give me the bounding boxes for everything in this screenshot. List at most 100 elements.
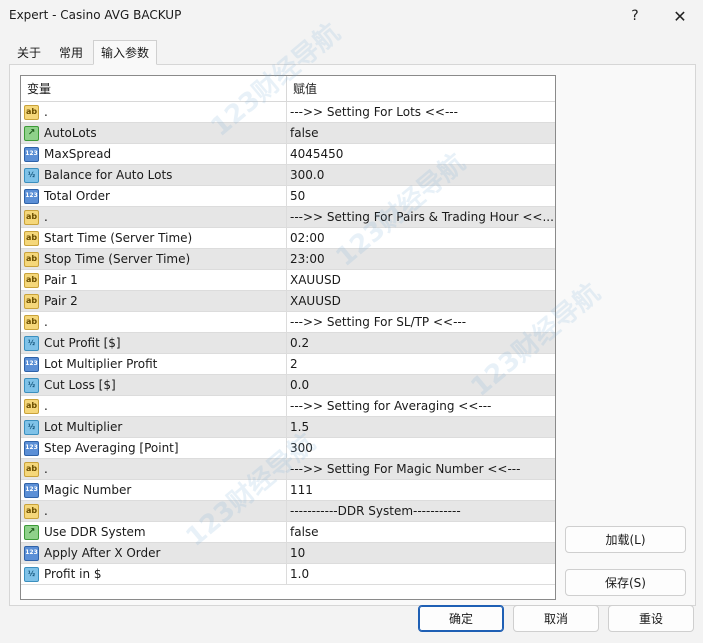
value-cell[interactable]: 300 xyxy=(287,438,553,458)
tab-common[interactable]: 常用 xyxy=(51,41,91,64)
load-button[interactable]: 加载(L) xyxy=(565,526,686,553)
variable-cell[interactable]: ab. xyxy=(21,459,287,479)
variable-cell[interactable]: ab Pair 2 xyxy=(21,291,287,311)
variable-cell[interactable]: ab. xyxy=(21,102,287,122)
reset-button[interactable]: 重设 xyxy=(608,605,694,632)
ok-button[interactable]: 确定 xyxy=(418,605,504,632)
value-cell[interactable]: 111 xyxy=(287,480,553,500)
tab-inputs[interactable]: 输入参数 xyxy=(93,40,158,65)
cancel-button[interactable]: 取消 xyxy=(513,605,599,632)
value-cell[interactable]: --->> Setting for Averaging <<--- xyxy=(287,396,553,416)
variable-cell[interactable]: ↗ Use DDR System xyxy=(21,522,287,542)
variable-cell[interactable]: ab. xyxy=(21,312,287,332)
table-row[interactable]: ab Pair 1 XAUUSD xyxy=(21,270,555,291)
value-cell[interactable]: 4045450 xyxy=(287,144,553,164)
value-cell[interactable]: 10 xyxy=(287,543,553,563)
integer-type-icon: 123 xyxy=(24,482,39,498)
table-row[interactable]: ½ Cut Loss [$] 0.0 xyxy=(21,375,555,396)
table-row[interactable]: ab. -----------DDR System----------- xyxy=(21,501,555,522)
variable-cell[interactable]: 123 MaxSpread xyxy=(21,144,287,164)
column-header-variable[interactable]: 变量 xyxy=(21,76,287,101)
value-cell[interactable]: --->> Setting For SL/TP <<--- xyxy=(287,312,553,332)
variable-cell[interactable]: 123 Total Order xyxy=(21,186,287,206)
table-row[interactable]: ½ Profit in $ 1.0 xyxy=(21,564,555,585)
variable-name: Cut Loss [$] xyxy=(44,378,116,392)
table-row[interactable]: 123 Lot Multiplier Profit 2 xyxy=(21,354,555,375)
variable-cell[interactable]: ab Pair 1 xyxy=(21,270,287,290)
variable-name: Use DDR System xyxy=(44,525,146,539)
variable-cell[interactable]: ½ Cut Profit [$] xyxy=(21,333,287,353)
table-row[interactable]: ab Stop Time (Server Time) 23:00 xyxy=(21,249,555,270)
variable-cell[interactable]: ½ Lot Multiplier xyxy=(21,417,287,437)
variable-name: Start Time (Server Time) xyxy=(44,231,193,245)
variable-name: Stop Time (Server Time) xyxy=(44,252,191,266)
value-cell[interactable]: --->> Setting For Magic Number <<--- xyxy=(287,459,553,479)
variable-cell[interactable]: 123 Step Averaging [Point] xyxy=(21,438,287,458)
value-cell[interactable]: XAUUSD xyxy=(287,291,553,311)
variable-cell[interactable]: ½ Balance for Auto Lots xyxy=(21,165,287,185)
table-row[interactable]: ab. --->> Setting For Lots <<--- xyxy=(21,102,555,123)
table-row[interactable]: ab Start Time (Server Time) 02:00 xyxy=(21,228,555,249)
variable-name: . xyxy=(44,399,48,413)
value-cell[interactable]: 1.5 xyxy=(287,417,553,437)
title-bar: Expert - Casino AVG BACKUP ? ✕ xyxy=(0,0,703,32)
value-cell[interactable]: XAUUSD xyxy=(287,270,553,290)
string-type-icon: ab xyxy=(24,314,39,330)
table-row[interactable]: ½ Cut Profit [$] 0.2 xyxy=(21,333,555,354)
variable-cell[interactable]: ab. xyxy=(21,207,287,227)
table-row[interactable]: ↗ Use DDR System false xyxy=(21,522,555,543)
value-cell[interactable]: 50 xyxy=(287,186,553,206)
table-row[interactable]: ab. --->> Setting For SL/TP <<--- xyxy=(21,312,555,333)
save-button[interactable]: 保存(S) xyxy=(565,569,686,596)
string-type-icon: ab xyxy=(24,104,39,120)
variable-cell[interactable]: ½ Cut Loss [$] xyxy=(21,375,287,395)
table-row[interactable]: 123 MaxSpread 4045450 xyxy=(21,144,555,165)
table-row[interactable]: 123 Step Averaging [Point] 300 xyxy=(21,438,555,459)
value-cell[interactable]: -----------DDR System----------- xyxy=(287,501,553,521)
variable-name: Pair 1 xyxy=(44,273,78,287)
column-header-value[interactable]: 赋值 xyxy=(287,76,553,101)
value-cell[interactable]: 23:00 xyxy=(287,249,553,269)
variable-cell[interactable]: ab. xyxy=(21,501,287,521)
value-cell[interactable]: 300.0 xyxy=(287,165,553,185)
variable-cell[interactable]: 123 Magic Number xyxy=(21,480,287,500)
table-row[interactable]: ½ Balance for Auto Lots 300.0 xyxy=(21,165,555,186)
bool-type-icon: ↗ xyxy=(24,125,39,141)
string-type-icon: ab xyxy=(24,503,39,519)
table-row[interactable]: ½ Lot Multiplier 1.5 xyxy=(21,417,555,438)
value-cell[interactable]: 2 xyxy=(287,354,553,374)
help-button[interactable]: ? xyxy=(612,0,658,32)
tab-about[interactable]: 关于 xyxy=(9,41,49,64)
table-row[interactable]: ab. --->> Setting for Averaging <<--- xyxy=(21,396,555,417)
variable-name: . xyxy=(44,315,48,329)
variable-cell[interactable]: ab Start Time (Server Time) xyxy=(21,228,287,248)
variable-cell[interactable]: ½ Profit in $ xyxy=(21,564,287,584)
value-cell[interactable]: --->> Setting For Pairs & Trading Hour <… xyxy=(287,207,553,227)
variable-cell[interactable]: 123 Apply After X Order xyxy=(21,543,287,563)
table-row[interactable]: 123 Apply After X Order 10 xyxy=(21,543,555,564)
table-row[interactable]: ab. --->> Setting For Magic Number <<--- xyxy=(21,459,555,480)
close-button[interactable]: ✕ xyxy=(657,0,703,32)
variable-name: AutoLots xyxy=(44,126,97,140)
variable-cell[interactable]: ↗ AutoLots xyxy=(21,123,287,143)
value-cell[interactable]: false xyxy=(287,123,553,143)
table-row[interactable]: ab. --->> Setting For Pairs & Trading Hou… xyxy=(21,207,555,228)
double-type-icon: ½ xyxy=(24,377,39,393)
table-row[interactable]: ab Pair 2 XAUUSD xyxy=(21,291,555,312)
variable-name: Total Order xyxy=(44,189,110,203)
value-cell[interactable]: 0.0 xyxy=(287,375,553,395)
integer-type-icon: 123 xyxy=(24,356,39,372)
variable-cell[interactable]: ab. xyxy=(21,396,287,416)
value-cell[interactable]: false xyxy=(287,522,553,542)
value-cell[interactable]: --->> Setting For Lots <<--- xyxy=(287,102,553,122)
integer-type-icon: 123 xyxy=(24,188,39,204)
variable-cell[interactable]: 123 Lot Multiplier Profit xyxy=(21,354,287,374)
double-type-icon: ½ xyxy=(24,566,39,582)
value-cell[interactable]: 0.2 xyxy=(287,333,553,353)
variable-cell[interactable]: ab Stop Time (Server Time) xyxy=(21,249,287,269)
table-row[interactable]: 123 Magic Number 111 xyxy=(21,480,555,501)
table-row[interactable]: 123 Total Order 50 xyxy=(21,186,555,207)
value-cell[interactable]: 1.0 xyxy=(287,564,553,584)
value-cell[interactable]: 02:00 xyxy=(287,228,553,248)
table-row[interactable]: ↗ AutoLots false xyxy=(21,123,555,144)
